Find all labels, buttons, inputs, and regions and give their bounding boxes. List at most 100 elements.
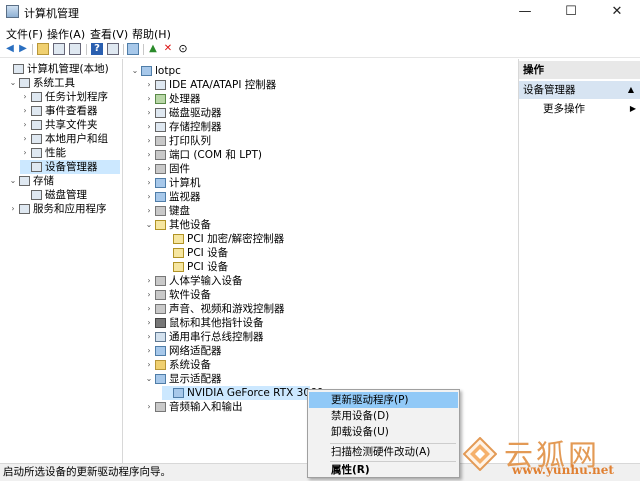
collapsed-chevron-icon[interactable]: › bbox=[144, 134, 154, 148]
collapsed-chevron-icon[interactable]: › bbox=[144, 302, 154, 316]
nav-item-label: 共享文件夹 bbox=[45, 119, 98, 131]
uninstall-icon[interactable]: ✕ bbox=[162, 43, 174, 55]
device-tree-item[interactable]: › 通用串行总线控制器 bbox=[144, 330, 494, 344]
nav-item[interactable]: › 事件查看器 bbox=[20, 104, 120, 118]
back-icon[interactable]: ◀ bbox=[4, 43, 16, 55]
update-driver-icon[interactable]: ▲ bbox=[147, 43, 159, 55]
show-hide-tree-icon[interactable] bbox=[53, 43, 65, 55]
collapsed-chevron-icon[interactable]: › bbox=[8, 202, 18, 216]
collapsed-chevron-icon[interactable]: › bbox=[144, 120, 154, 134]
expanded-chevron-icon[interactable]: ⌄ bbox=[8, 76, 18, 90]
collapsed-chevron-icon[interactable]: › bbox=[144, 148, 154, 162]
device-tree-item[interactable]: › 鼠标和其他指针设备 bbox=[144, 316, 494, 330]
action-pane-icon[interactable] bbox=[107, 43, 119, 55]
nav-item[interactable]: 磁盘管理 bbox=[20, 188, 120, 202]
actions-device-manager[interactable]: 设备管理器 ▲ bbox=[519, 81, 640, 99]
device-tree-item[interactable]: PCI 设备 bbox=[162, 246, 494, 260]
scan-hardware-icon[interactable] bbox=[127, 43, 139, 55]
device-tree-item[interactable]: › 网络适配器 bbox=[144, 344, 494, 358]
collapsed-chevron-icon[interactable]: › bbox=[20, 90, 30, 104]
help-icon[interactable]: ? bbox=[91, 43, 103, 55]
device-tree-item[interactable]: › 键盘 bbox=[144, 204, 494, 218]
nav-item[interactable]: › 任务计划程序 bbox=[20, 90, 120, 104]
watermark: 云狐网 www.yunhu.net bbox=[460, 432, 635, 478]
expanded-chevron-icon[interactable]: ⌄ bbox=[8, 174, 18, 188]
device-tree-item[interactable]: › 处理器 bbox=[144, 92, 494, 106]
device-tree-item[interactable]: › 人体学输入设备 bbox=[144, 274, 494, 288]
device-tree-item[interactable]: › 监视器 bbox=[144, 190, 494, 204]
device-tree-item[interactable]: › 固件 bbox=[144, 162, 494, 176]
device-tree-item[interactable]: › 端口 (COM 和 LPT) bbox=[144, 148, 494, 162]
device-tree-item[interactable]: PCI 设备 bbox=[162, 260, 494, 274]
forward-icon[interactable]: ▶ bbox=[17, 43, 29, 55]
collapse-icon[interactable]: ▲ bbox=[628, 81, 634, 99]
gpu-icon bbox=[173, 388, 184, 398]
collapsed-chevron-icon[interactable]: › bbox=[144, 162, 154, 176]
device-tree-item[interactable]: PCI 加密/解密控制器 bbox=[162, 232, 494, 246]
nav-item[interactable]: 计算机管理(本地) bbox=[2, 62, 120, 76]
menu-help[interactable]: 帮助(H) bbox=[132, 26, 171, 42]
device-tree-item[interactable]: › 打印队列 bbox=[144, 134, 494, 148]
expanded-chevron-icon[interactable]: ⌄ bbox=[144, 218, 154, 232]
collapsed-chevron-icon[interactable]: › bbox=[20, 104, 30, 118]
nav-item[interactable]: › 服务和应用程序 bbox=[8, 202, 120, 216]
nav-item-label: 系统工具 bbox=[33, 77, 75, 89]
minimize-button[interactable]: — bbox=[502, 0, 548, 24]
device-tree-item[interactable]: ⌄ lotpc bbox=[130, 64, 494, 78]
collapsed-chevron-icon[interactable]: › bbox=[144, 176, 154, 190]
close-button[interactable]: ✕ bbox=[594, 0, 640, 24]
device-tree-item[interactable]: › 声音、视频和游戏控制器 bbox=[144, 302, 494, 316]
nav-item[interactable]: › 本地用户和组 bbox=[20, 132, 120, 146]
nav-item[interactable]: ⌄ 存储 bbox=[8, 174, 120, 188]
menu-file[interactable]: 文件(F) bbox=[6, 26, 43, 42]
collapsed-chevron-icon[interactable]: › bbox=[144, 344, 154, 358]
device-tree-item[interactable]: › 系统设备 bbox=[144, 358, 494, 372]
collapsed-chevron-icon[interactable]: › bbox=[144, 316, 154, 330]
device-tree-item[interactable]: › 磁盘驱动器 bbox=[144, 106, 494, 120]
more-actions[interactable]: 更多操作 ▶ bbox=[543, 101, 638, 117]
storage-icon bbox=[19, 176, 30, 186]
properties-menu-item[interactable]: 属性(R) bbox=[309, 462, 458, 478]
collapsed-chevron-icon[interactable]: › bbox=[144, 358, 154, 372]
usb-icon bbox=[155, 332, 166, 342]
device-tree-item[interactable]: › 存储控制器 bbox=[144, 120, 494, 134]
maximize-button[interactable]: ☐ bbox=[548, 0, 594, 24]
device-tree-item[interactable]: ⌄ 其他设备 bbox=[144, 218, 494, 232]
device-tree-item[interactable]: › IDE ATA/ATAPI 控制器 bbox=[144, 78, 494, 92]
nav-item[interactable]: › 共享文件夹 bbox=[20, 118, 120, 132]
up-folder-icon[interactable] bbox=[37, 43, 49, 55]
collapsed-chevron-icon[interactable]: › bbox=[20, 118, 30, 132]
menu-action[interactable]: 操作(A) bbox=[47, 26, 85, 42]
collapsed-chevron-icon[interactable]: › bbox=[144, 204, 154, 218]
collapsed-chevron-icon[interactable]: › bbox=[20, 132, 30, 146]
collapsed-chevron-icon[interactable]: › bbox=[144, 190, 154, 204]
properties-view-icon[interactable] bbox=[69, 43, 81, 55]
device-tree-label: 打印队列 bbox=[169, 135, 211, 147]
disk-drive-icon bbox=[155, 108, 166, 118]
collapsed-chevron-icon[interactable]: › bbox=[144, 92, 154, 106]
device-tree-label: 网络适配器 bbox=[169, 345, 222, 357]
collapsed-chevron-icon[interactable]: › bbox=[144, 330, 154, 344]
device-tree-item[interactable]: NVIDIA GeForce RTX 3060 bbox=[162, 386, 323, 400]
disable-device-menu-item[interactable]: 禁用设备(D) bbox=[309, 408, 458, 424]
device-tree-item[interactable]: › 计算机 bbox=[144, 176, 494, 190]
expanded-chevron-icon[interactable]: ⌄ bbox=[130, 64, 140, 78]
device-tree-item[interactable]: ⌄ 显示适配器 bbox=[144, 372, 494, 386]
collapsed-chevron-icon[interactable]: › bbox=[144, 106, 154, 120]
collapsed-chevron-icon[interactable]: › bbox=[20, 146, 30, 160]
users-icon bbox=[31, 134, 42, 144]
nav-item[interactable]: › 性能 bbox=[20, 146, 120, 160]
nav-item[interactable]: 设备管理器 bbox=[20, 160, 120, 174]
collapsed-chevron-icon[interactable]: › bbox=[144, 400, 154, 414]
collapsed-chevron-icon[interactable]: › bbox=[144, 274, 154, 288]
uninstall-device-menu-item[interactable]: 卸载设备(U) bbox=[309, 424, 458, 440]
update-driver-menu-item[interactable]: 更新驱动程序(P) bbox=[309, 392, 458, 408]
expanded-chevron-icon[interactable]: ⌄ bbox=[144, 372, 154, 386]
collapsed-chevron-icon[interactable]: › bbox=[144, 78, 154, 92]
menu-view[interactable]: 查看(V) bbox=[90, 26, 128, 42]
nav-item[interactable]: ⌄ 系统工具 bbox=[8, 76, 120, 90]
scan-hardware-menu-item[interactable]: 扫描检测硬件改动(A) bbox=[309, 444, 458, 460]
device-tree-item[interactable]: › 软件设备 bbox=[144, 288, 494, 302]
collapsed-chevron-icon[interactable]: › bbox=[144, 288, 154, 302]
disable-device-icon[interactable]: ⊙ bbox=[177, 43, 189, 55]
